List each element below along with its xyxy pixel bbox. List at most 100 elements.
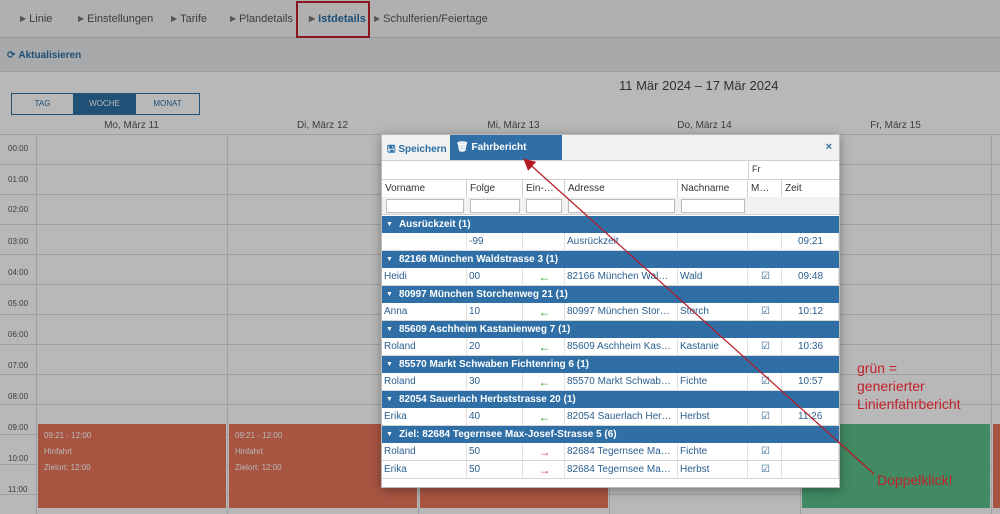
- floppy-icon: 🖫: [387, 144, 396, 155]
- direction-cell: ←: [523, 408, 565, 426]
- group-header[interactable]: ▼ Ausrückzeit (1): [382, 216, 839, 233]
- checkbox-checked-icon[interactable]: ☑: [761, 306, 770, 317]
- nachname-cell: Fichte: [678, 443, 748, 461]
- check-cell: ☑: [748, 443, 782, 461]
- col-header-zeit[interactable]: Zeit: [782, 179, 839, 197]
- group-header[interactable]: ▼ 85609 Aschheim Kastanienweg 7 (1): [382, 321, 839, 338]
- direction-cell: ←: [523, 338, 565, 356]
- arrow-left-icon: ←: [538, 375, 551, 389]
- group-header[interactable]: ▼ 80997 München Storchenweg 21 (1): [382, 286, 839, 303]
- arrow-left-icon: ←: [538, 410, 551, 424]
- arrow-right-icon: →: [538, 445, 551, 459]
- table-row[interactable]: Erika 50 → 82684 Tegernsee Ma… Herbst ☑: [382, 461, 839, 479]
- table-row[interactable]: Roland 20 ← 85609 Aschheim Kas… Kastanie ☑ 10:…: [382, 338, 839, 356]
- direction-cell: ←: [523, 373, 565, 391]
- collapse-icon[interactable]: ▼: [386, 326, 393, 333]
- filter-folge[interactable]: [470, 199, 520, 213]
- checkbox-checked-icon[interactable]: ☑: [761, 271, 770, 282]
- folge-cell: -99: [467, 233, 523, 251]
- check-cell: ☑: [748, 268, 782, 286]
- adresse-cell: 82684 Tegernsee Ma…: [565, 443, 678, 461]
- filter-nachname[interactable]: [681, 199, 745, 213]
- check-cell: ☑: [748, 408, 782, 426]
- vorname-cell: Roland: [382, 443, 467, 461]
- vorname-cell: Erika: [382, 408, 467, 426]
- zeit-cell: 10:12: [782, 303, 839, 321]
- trash-icon: 🗑: [456, 142, 469, 153]
- vorname-cell: Roland: [382, 373, 467, 391]
- zeit-cell: [782, 461, 839, 479]
- save-button[interactable]: 🖫 Speichern: [387, 142, 447, 159]
- check-cell: [748, 233, 782, 251]
- table-row[interactable]: Roland 30 ← 85570 Markt Schwab… Fichte ☑ 10:57: [382, 373, 839, 391]
- checkbox-checked-icon[interactable]: ☑: [761, 411, 770, 422]
- direction-cell: ←: [523, 303, 565, 321]
- folge-cell: 50: [467, 443, 523, 461]
- group-header[interactable]: ▼ 82166 München Waldstrasse 3 (1): [382, 251, 839, 268]
- table-row[interactable]: Roland 50 → 82684 Tegernsee Ma… Fichte ☑: [382, 443, 839, 461]
- adresse-cell: 82054 Sauerlach Her…: [565, 408, 678, 426]
- checkbox-checked-icon[interactable]: ☑: [761, 464, 770, 475]
- filter-ein-aus[interactable]: [526, 199, 562, 213]
- folge-cell: 20: [467, 338, 523, 356]
- collapse-icon[interactable]: ▼: [386, 221, 393, 228]
- close-icon[interactable]: ×: [826, 141, 832, 153]
- table-row[interactable]: Anna 10 ← 80997 München Stor… Storch ☑ 10:12: [382, 303, 839, 321]
- adresse-cell: 85570 Markt Schwab…: [565, 373, 678, 391]
- nachname-cell: [678, 233, 748, 251]
- table-row[interactable]: Erika 40 ← 82054 Sauerlach Her… Herbst ☑ 11:26: [382, 408, 839, 426]
- adresse-cell: Ausrückzeit: [565, 233, 678, 251]
- group-header[interactable]: ▼ 82054 Sauerlach Herbststrasse 20 (1): [382, 391, 839, 408]
- check-cell: ☑: [748, 303, 782, 321]
- filter-vorname[interactable]: [386, 199, 464, 213]
- check-cell: ☑: [748, 338, 782, 356]
- folge-cell: 10: [467, 303, 523, 321]
- checkbox-checked-icon[interactable]: ☑: [761, 341, 770, 352]
- direction-cell: →: [523, 461, 565, 479]
- collapse-icon[interactable]: ▼: [386, 431, 393, 438]
- adresse-cell: 80997 München Stor…: [565, 303, 678, 321]
- direction-cell: →: [523, 443, 565, 461]
- folge-cell: 00: [467, 268, 523, 286]
- table-row[interactable]: -99 Ausrückzeit 09:21: [382, 233, 839, 251]
- direction-cell: [523, 233, 565, 251]
- nachname-cell: Wald: [678, 268, 748, 286]
- folge-cell: 50: [467, 461, 523, 479]
- checkbox-checked-icon[interactable]: ☑: [761, 446, 770, 457]
- group-header[interactable]: ▼ Ziel: 82684 Tegernsee Max-Josef-Strasse…: [382, 426, 839, 443]
- nachname-cell: Herbst: [678, 408, 748, 426]
- nachname-cell: Herbst: [678, 461, 748, 479]
- collapse-icon[interactable]: ▼: [386, 361, 393, 368]
- zeit-cell: 10:36: [782, 338, 839, 356]
- vorname-cell: Heidi: [382, 268, 467, 286]
- trip-report-dialog: 🖫 Speichern 🗑 Fahrbericht löschen × Fr V…: [381, 134, 840, 488]
- group-header[interactable]: ▼ 85570 Markt Schwaben Fichtenring 6 (1): [382, 356, 839, 373]
- filter-adresse[interactable]: [568, 199, 675, 213]
- dialog-toolbar: 🖫 Speichern 🗑 Fahrbericht löschen ×: [382, 135, 839, 178]
- col-header-adresse[interactable]: Adresse: [565, 179, 678, 197]
- nachname-cell: Kastanie: [678, 338, 748, 356]
- collapse-icon[interactable]: ▼: [386, 291, 393, 298]
- col-header-folge[interactable]: Folge: [467, 179, 523, 197]
- arrow-left-icon: ←: [538, 305, 551, 319]
- collapse-icon[interactable]: ▼: [386, 256, 393, 263]
- vorname-cell: Roland: [382, 338, 467, 356]
- col-header-m[interactable]: M…: [748, 179, 782, 197]
- col-header-nachname[interactable]: Nachname: [678, 179, 748, 197]
- annotation-doubleclick: Doppelklick!: [877, 472, 953, 488]
- adresse-cell: 85609 Aschheim Kas…: [565, 338, 678, 356]
- annotation-green-note: grün = generierter Linienfahrbericht: [857, 360, 961, 412]
- adresse-cell: 82684 Tegernsee Ma…: [565, 461, 678, 479]
- vorname-cell: Anna: [382, 303, 467, 321]
- col-header-vorname[interactable]: Vorname: [382, 179, 467, 197]
- col-header-ein-aus[interactable]: Ein-…: [523, 179, 565, 197]
- zeit-cell: 09:48: [782, 268, 839, 286]
- arrow-right-icon: →: [538, 463, 551, 477]
- zeit-cell: 10:57: [782, 373, 839, 391]
- checkbox-checked-icon[interactable]: ☑: [761, 376, 770, 387]
- delete-report-button[interactable]: 🗑 Fahrbericht löschen: [450, 135, 562, 178]
- collapse-icon[interactable]: ▼: [386, 396, 393, 403]
- folge-cell: 40: [467, 408, 523, 426]
- table-row[interactable]: Heidi 00 ← 82166 München Wal… Wald ☑ 09:48: [382, 268, 839, 286]
- zeit-cell: 11:26: [782, 408, 839, 426]
